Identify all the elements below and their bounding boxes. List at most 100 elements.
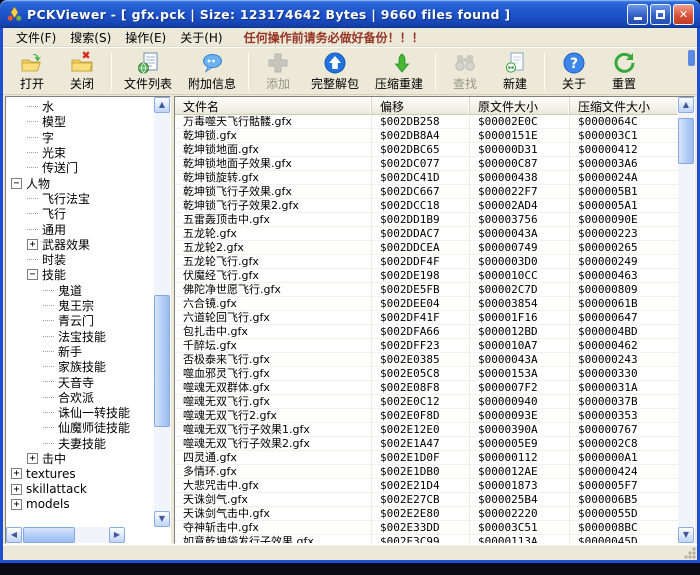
table-row[interactable]: 噬魂无双飞行.gfx$002E0C12$00000940$0000037B [175,395,678,409]
menu-file[interactable]: 文件(F) [9,28,63,47]
tree-item[interactable]: 新手 [7,344,153,359]
expand-icon[interactable]: + [27,239,38,250]
table-row[interactable]: 万毒噬天飞行骷髅.gfx$002DB258$00002E0C$0000064C [175,115,678,129]
table-row[interactable]: 六合镜.gfx$002DEE04$00003854$0000061B [175,297,678,311]
tree-item[interactable]: 飞行 [7,206,153,221]
reset-button[interactable]: 重置 [599,49,649,93]
expand-icon[interactable]: + [11,499,22,510]
tree-connector-line [43,290,54,291]
tree-item[interactable]: 法宝技能 [7,328,153,343]
table-row[interactable]: 大悲咒击中.gfx$002E21D4$00001873$000005F7 [175,479,678,493]
tree-item[interactable]: 诛仙一转技能 [7,405,153,420]
toolbar-overflow-chevron[interactable] [688,50,695,66]
tree-item[interactable]: 夫妻技能 [7,436,153,451]
table-row[interactable]: 噬魂无双群体.gfx$002E08F8$000007F2$0000031A [175,381,678,395]
list-scrollbar-thumb[interactable] [678,118,694,164]
table-row[interactable]: 五雷轰顶击中.gfx$002DD1B9$00003756$0000090E [175,213,678,227]
column-header-compressed-size[interactable]: 压缩文件大小 [570,97,678,114]
extra-info-button[interactable]: 附加信息 [180,49,244,93]
tree-item[interactable]: 家族技能 [7,359,153,374]
open-button[interactable]: 打开 [7,49,57,93]
tree-scroll-up-icon[interactable]: ▲ [154,97,170,113]
compressed-size-cell: $000005F7 [570,479,678,492]
tree-item[interactable]: 合欢派 [7,390,153,405]
close-file-button[interactable]: 关闭 [57,49,107,93]
table-row[interactable]: 六道轮回飞行.gfx$002DF41F$00001F16$00000647 [175,311,678,325]
table-row[interactable]: 乾坤锁地面子效果.gfx$002DC077$00000C87$000003A6 [175,157,678,171]
table-row[interactable]: 包扎击中.gfx$002DFA66$000012BD$000004BD [175,325,678,339]
tree-item[interactable]: −人物 [7,175,153,190]
table-row[interactable]: 乾坤锁地面.gfx$002DBC65$00000D31$00000412 [175,143,678,157]
tree-item[interactable]: 飞行法宝 [7,191,153,206]
new-button[interactable]: 新建 [490,49,540,93]
table-row[interactable]: 佛陀净世愿飞行.gfx$002DE5FB$00002C7D$00000809 [175,283,678,297]
table-row[interactable]: 乾坤锁飞行子效果2.gfx$002DCC18$00002AD4$000005A1 [175,199,678,213]
list-vertical-scrollbar[interactable] [678,113,694,527]
table-row[interactable]: 天诛剑气.gfx$002E27CB$000025B4$000006B5 [175,493,678,507]
titlebar[interactable]: PCKViewer - [ gfx.pck | Size: 123174642 … [0,0,700,28]
collapse-icon[interactable]: − [11,178,22,189]
table-row[interactable]: 多情环.gfx$002E1DB0$000012AE$00000424 [175,465,678,479]
tree-item[interactable]: 字 [7,130,153,145]
table-row[interactable]: 四灵通.gfx$002E1D0F$00000112$000000A1 [175,451,678,465]
tree-item[interactable]: +武器效果 [7,237,153,252]
tree-item[interactable]: 传送门 [7,160,153,175]
table-row[interactable]: 千醉坛.gfx$002DFF23$000010A7$00000462 [175,339,678,353]
about-button[interactable]: ? 关于 [549,49,599,93]
tree-item[interactable]: 通用 [7,221,153,236]
table-row[interactable]: 噬血邪灵飞行.gfx$002E05C8$0000153A$00000330 [175,367,678,381]
table-row[interactable]: 五龙轮.gfx$002DDAC7$0000043A$00000223 [175,227,678,241]
table-row[interactable]: 伏魔经飞行.gfx$002DE198$000010CC$00000463 [175,269,678,283]
column-header-offset[interactable]: 偏移 [372,97,470,114]
tree-scroll-left-icon[interactable]: ◀ [6,527,22,543]
tree-item[interactable]: 模型 [7,114,153,129]
expand-icon[interactable]: + [11,468,22,479]
tree-item[interactable]: +textures [7,466,153,481]
expand-icon[interactable]: + [11,484,22,495]
tree-item[interactable]: +models [7,497,153,512]
maximize-button[interactable] [650,4,671,25]
table-row[interactable]: 如意乾坤袋发行子效果.gfx$002E3C99$0000113A$0000045… [175,535,678,543]
expand-icon[interactable]: + [27,453,38,464]
rebuild-button[interactable]: 压缩重建 [367,49,431,93]
table-row[interactable]: 乾坤锁.gfx$002DB8A4$0000151E$000003C1 [175,129,678,143]
table-row[interactable]: 乾坤锁飞行子效果.gfx$002DC667$000022F7$000005B1 [175,185,678,199]
column-header-filename[interactable]: 文件名 [175,97,372,114]
list-scroll-down-icon[interactable]: ▼ [678,527,694,543]
menu-operation[interactable]: 操作(E) [118,28,173,47]
tree-item[interactable]: 天音寺 [7,374,153,389]
tree-scroll-down-icon[interactable]: ▼ [154,511,170,527]
list-scroll-up-icon[interactable]: ▲ [678,97,694,113]
column-header-original-size[interactable]: 原文件大小 [470,97,570,114]
menu-about[interactable]: 关于(H) [173,28,229,47]
tree-item[interactable]: 光束 [7,145,153,160]
tree-item[interactable]: 水 [7,99,153,114]
minimize-button[interactable] [627,4,648,25]
file-list-button[interactable]: 文件列表 [116,49,180,93]
tree-item[interactable]: 时装 [7,252,153,267]
table-row[interactable]: 乾坤锁旋转.gfx$002DC41D$00000438$0000024A [175,171,678,185]
tree-item[interactable]: +skillattack [7,481,153,496]
table-row[interactable]: 五龙轮飞行.gfx$002DDF4F$000003D0$00000249 [175,255,678,269]
tree-scroll-right-icon[interactable]: ▶ [109,527,125,543]
close-button[interactable]: ✕ [673,4,694,25]
table-row[interactable]: 五龙轮2.gfx$002DDCEA$00000749$00000265 [175,241,678,255]
table-row[interactable]: 噬魂无双飞行子效果1.gfx$002E12E0$0000390A$0000076… [175,423,678,437]
table-row[interactable]: 夺神斩击中.gfx$002E33DD$00003C51$000008BC [175,521,678,535]
tree-item[interactable]: 鬼道 [7,283,153,298]
menu-search[interactable]: 搜索(S) [63,28,118,47]
tree-item[interactable]: 仙魔师徒技能 [7,420,153,435]
table-row[interactable]: 噬魂无双飞行子效果2.gfx$002E1A47$000005E9$000002C… [175,437,678,451]
unpack-button[interactable]: 完整解包 [303,49,367,93]
tree-scrollbar-thumb[interactable] [154,295,170,427]
tree-item[interactable]: 青云门 [7,313,153,328]
tree-hscrollbar-thumb[interactable] [23,527,75,543]
collapse-icon[interactable]: − [27,269,38,280]
resize-grip[interactable] [683,546,696,559]
table-row[interactable]: 否极泰来飞行.gfx$002E0385$0000043A$00000243 [175,353,678,367]
table-row[interactable]: 天诛剑气击中.gfx$002E2E80$00002220$0000055D [175,507,678,521]
tree-item[interactable]: 鬼王宗 [7,298,153,313]
tree-item[interactable]: −技能 [7,267,153,282]
tree-item[interactable]: +击中 [7,451,153,466]
table-row[interactable]: 噬魂无双飞行2.gfx$002E0F8D$0000093E$00000353 [175,409,678,423]
